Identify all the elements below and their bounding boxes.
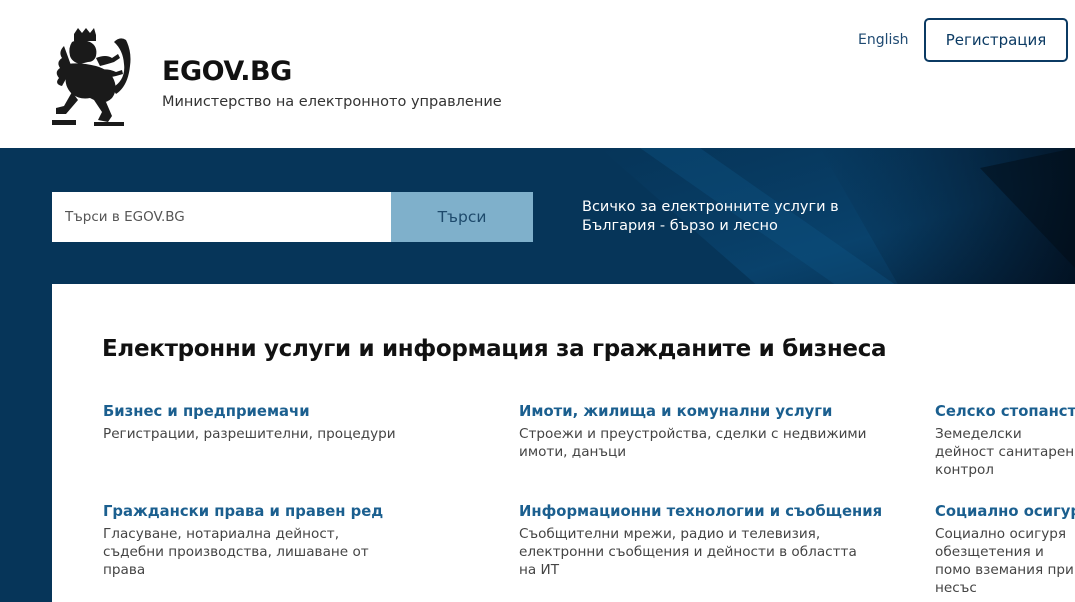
- site-title: EGOV.BG: [162, 56, 292, 87]
- category-title-link[interactable]: Информационни технологии и съобщения: [519, 502, 889, 522]
- register-button[interactable]: Регистрация: [924, 18, 1068, 62]
- search-input[interactable]: [52, 192, 391, 242]
- category-description: Гласуване, нотариална дейност, съдебни п…: [103, 526, 369, 578]
- category-civil-rights: Граждански права и правен ред Гласуване,…: [103, 502, 473, 579]
- category-title-link[interactable]: Социално осигуря: [935, 502, 1075, 522]
- category-social-security: Социално осигуря Социално осигуря обезще…: [935, 502, 1075, 597]
- hero-tagline: Всичко за електронните услуги в България…: [582, 199, 839, 234]
- section-title: Електронни услуги и информация за гражда…: [102, 336, 887, 362]
- services-card: Електронни услуги и информация за гражда…: [52, 284, 1075, 602]
- category-title-link[interactable]: Имоти, жилища и комунални услуги: [519, 402, 889, 422]
- category-description: Социално осигуря обезщетения и помо взем…: [935, 526, 1074, 596]
- site-subtitle: Министерство на електронното управление: [162, 94, 502, 110]
- category-title-link[interactable]: Бизнес и предприемачи: [103, 402, 473, 422]
- site-header: EGOV.BG Министерство на електронното упр…: [0, 0, 1075, 148]
- search-button[interactable]: Търси: [391, 192, 533, 242]
- category-agriculture: Селско стопанство Земеделски дейност сан…: [935, 402, 1075, 479]
- category-property: Имоти, жилища и комунални услуги Строежи…: [519, 402, 889, 461]
- category-description: Земеделски дейност санитарен контрол: [935, 426, 1075, 478]
- category-description: Регистрации, разрешителни, процедури: [103, 426, 396, 442]
- category-title-link[interactable]: Селско стопанство: [935, 402, 1075, 422]
- language-switch-link[interactable]: English: [858, 31, 909, 49]
- category-description: Строежи и преустройства, сделки с недвиж…: [519, 426, 867, 460]
- category-business: Бизнес и предприемачи Регистрации, разре…: [103, 402, 473, 443]
- lion-logo-icon[interactable]: [50, 28, 132, 126]
- category-title-link[interactable]: Граждански права и правен ред: [103, 502, 473, 522]
- category-description: Съобщителни мрежи, радио и телевизия, ел…: [519, 526, 857, 578]
- category-it-communications: Информационни технологии и съобщения Съо…: [519, 502, 889, 579]
